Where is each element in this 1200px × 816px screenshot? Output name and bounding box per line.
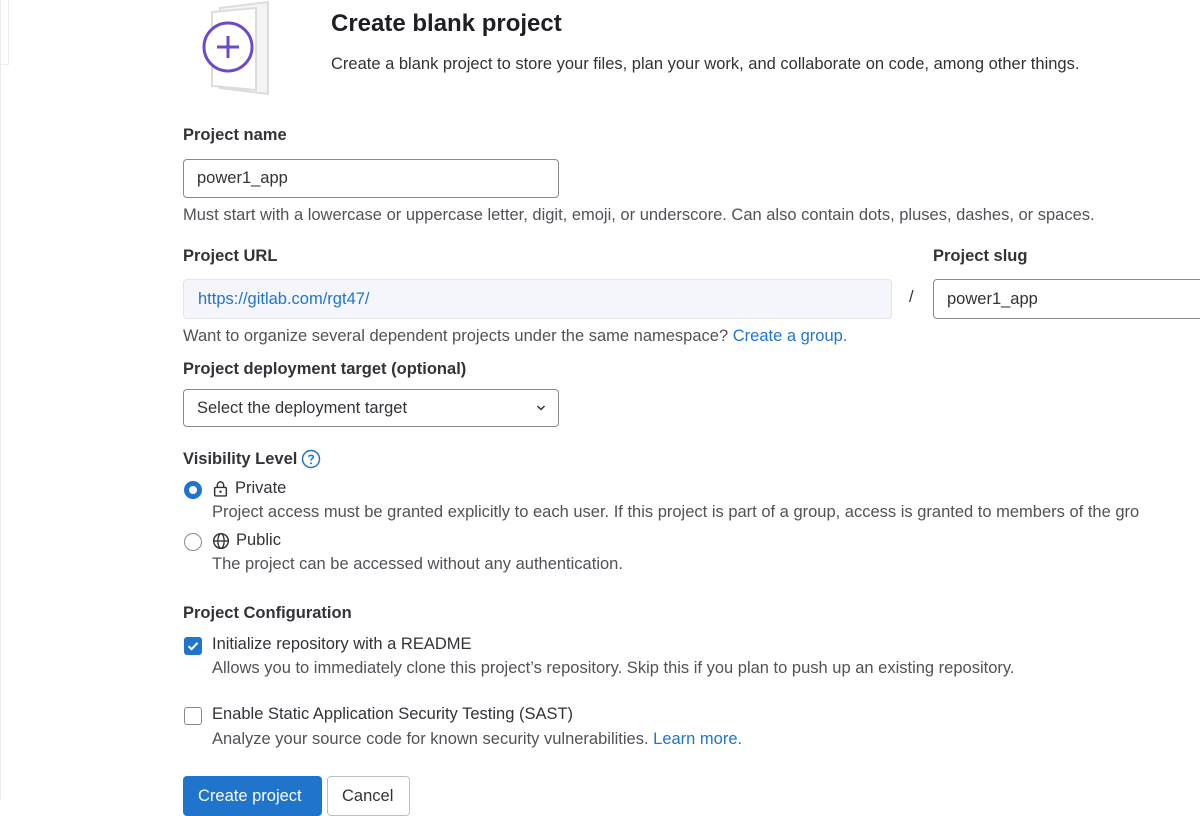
project-name-help: Must start with a lowercase or uppercase… bbox=[183, 206, 1095, 224]
visibility-public-radio[interactable] bbox=[184, 533, 202, 551]
project-configuration-label: Project Configuration bbox=[183, 604, 352, 622]
chevron-down-icon bbox=[536, 405, 546, 411]
learn-more-link[interactable]: Learn more. bbox=[653, 730, 742, 748]
project-name-label: Project name bbox=[183, 126, 287, 144]
project-url-prefix: https://gitlab.com/rgt47/ bbox=[183, 279, 892, 319]
visibility-level-heading: Visibility Level bbox=[183, 449, 321, 469]
left-rail-cap bbox=[0, 0, 9, 65]
visibility-public-description: The project can be accessed without any … bbox=[212, 555, 623, 573]
project-slug-input[interactable] bbox=[933, 279, 1200, 319]
page-title: Create blank project bbox=[331, 10, 562, 37]
namespace-help: Want to organize several dependent proje… bbox=[183, 327, 847, 346]
visibility-public-label: Public bbox=[236, 531, 281, 549]
left-rail-border bbox=[0, 0, 1, 800]
visibility-private-radio[interactable] bbox=[184, 481, 202, 499]
visibility-private-label: Private bbox=[235, 479, 287, 497]
deployment-target-label: Project deployment target (optional) bbox=[183, 360, 467, 378]
help-icon[interactable] bbox=[301, 449, 321, 469]
sast-option-label[interactable]: Enable Static Application Security Testi… bbox=[212, 705, 573, 724]
deployment-target-select[interactable]: Select the deployment target bbox=[183, 389, 559, 427]
visibility-level-label: Visibility Level bbox=[183, 449, 298, 468]
deployment-target-value: Select the deployment target bbox=[197, 399, 408, 417]
visibility-private-option[interactable]: Private bbox=[212, 479, 286, 498]
sast-checkbox[interactable] bbox=[184, 707, 202, 725]
page-subtitle: Create a blank project to store your fil… bbox=[331, 55, 1080, 73]
sast-description: Analyze your source code for known secur… bbox=[212, 730, 742, 749]
url-separator: / bbox=[909, 288, 914, 306]
project-slug-label: Project slug bbox=[933, 247, 1028, 265]
project-name-input[interactable] bbox=[183, 159, 559, 198]
readme-checkbox[interactable] bbox=[184, 637, 202, 655]
cancel-button[interactable]: Cancel bbox=[327, 776, 410, 816]
globe-icon bbox=[212, 532, 230, 549]
sast-description-text: Analyze your source code for known secur… bbox=[212, 730, 649, 748]
namespace-help-text: Want to organize several dependent proje… bbox=[183, 327, 729, 345]
readme-option-label[interactable]: Initialize repository with a README bbox=[212, 635, 472, 654]
create-group-link[interactable]: Create a group. bbox=[733, 327, 848, 345]
visibility-public-option[interactable]: Public bbox=[212, 531, 281, 550]
checkmark-icon bbox=[187, 642, 199, 651]
create-project-button[interactable]: Create project bbox=[183, 776, 322, 816]
readme-description: Allows you to immediately clone this pro… bbox=[212, 659, 1015, 677]
visibility-private-description: Project access must be granted explicitl… bbox=[212, 503, 1140, 521]
new-project-illustration bbox=[202, 0, 269, 96]
project-url-label: Project URL bbox=[183, 247, 278, 265]
lock-icon bbox=[213, 481, 228, 497]
